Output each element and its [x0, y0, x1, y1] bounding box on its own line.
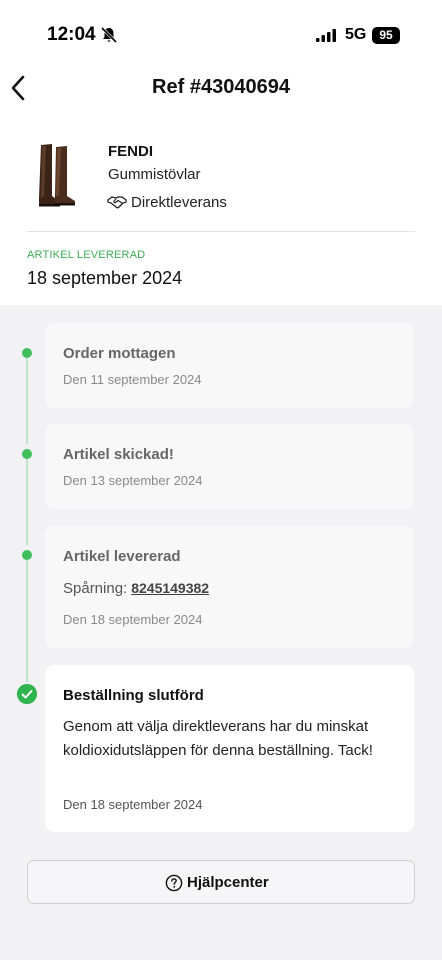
header-section: 12:04 5G 95 Ref #43040694 FENDI Gummistö…: [0, 0, 442, 305]
timeline-date: Den 11 september 2024: [63, 372, 202, 387]
timeline-connector: [26, 358, 28, 444]
divider: [27, 231, 415, 232]
tracking-row: Spårning: 8245149382: [63, 580, 209, 597]
timeline-dot: [22, 449, 32, 459]
product-brand: FENDI: [108, 143, 153, 160]
help-center-label: Hjälpcenter: [187, 874, 269, 891]
status-bar: 12:04 5G 95: [0, 0, 442, 70]
timeline-title: Artikel levererad: [63, 548, 181, 565]
battery-icon: 95: [372, 27, 400, 44]
timeline-connector: [26, 560, 28, 682]
timeline-card-order-received: Order mottagen Den 11 september 2024: [45, 323, 414, 408]
timeline-connector: [26, 459, 28, 545]
tracking-label: Spårning:: [63, 580, 128, 597]
check-circle-icon: [17, 684, 37, 704]
status-date: 18 september 2024: [27, 268, 183, 288]
shipping-label: Direktleverans: [131, 194, 227, 211]
question-circle-icon: [165, 874, 183, 892]
timeline-card-completed: Beställning slutförd Genom att välja dir…: [45, 665, 414, 832]
timeline-title: Artikel skickad!: [63, 446, 174, 463]
timeline-card-delivered: Artikel levererad Spårning: 8245149382 De…: [45, 526, 414, 648]
tracking-number-link[interactable]: 8245149382: [131, 580, 209, 596]
product-name: Gummistövlar: [108, 166, 201, 183]
timeline-title: Beställning slutförd: [63, 687, 204, 704]
timeline-dot: [22, 348, 32, 358]
handshake-icon: [107, 196, 127, 209]
help-center-button[interactable]: Hjälpcenter: [27, 860, 415, 904]
page-title: Ref #43040694: [152, 76, 290, 98]
timeline-card-shipped: Artikel skickad! Den 13 september 2024: [45, 424, 414, 509]
timeline-date: Den 18 september 2024: [63, 797, 203, 812]
status-time: 12:04: [47, 24, 96, 45]
signal-icon: [316, 29, 336, 42]
status-caption: ARTIKEL LEVERERAD: [27, 249, 146, 261]
timeline-date: Den 13 september 2024: [63, 473, 203, 488]
completion-message: Genom att välja direktleverans har du mi…: [63, 718, 373, 759]
product-image[interactable]: [30, 140, 86, 210]
bell-muted-icon: [100, 26, 118, 44]
timeline-title: Order mottagen: [63, 345, 176, 362]
timeline-date: Den 18 september 2024: [63, 612, 203, 627]
network-type: 5G: [345, 26, 367, 43]
timeline-dot: [22, 550, 32, 560]
